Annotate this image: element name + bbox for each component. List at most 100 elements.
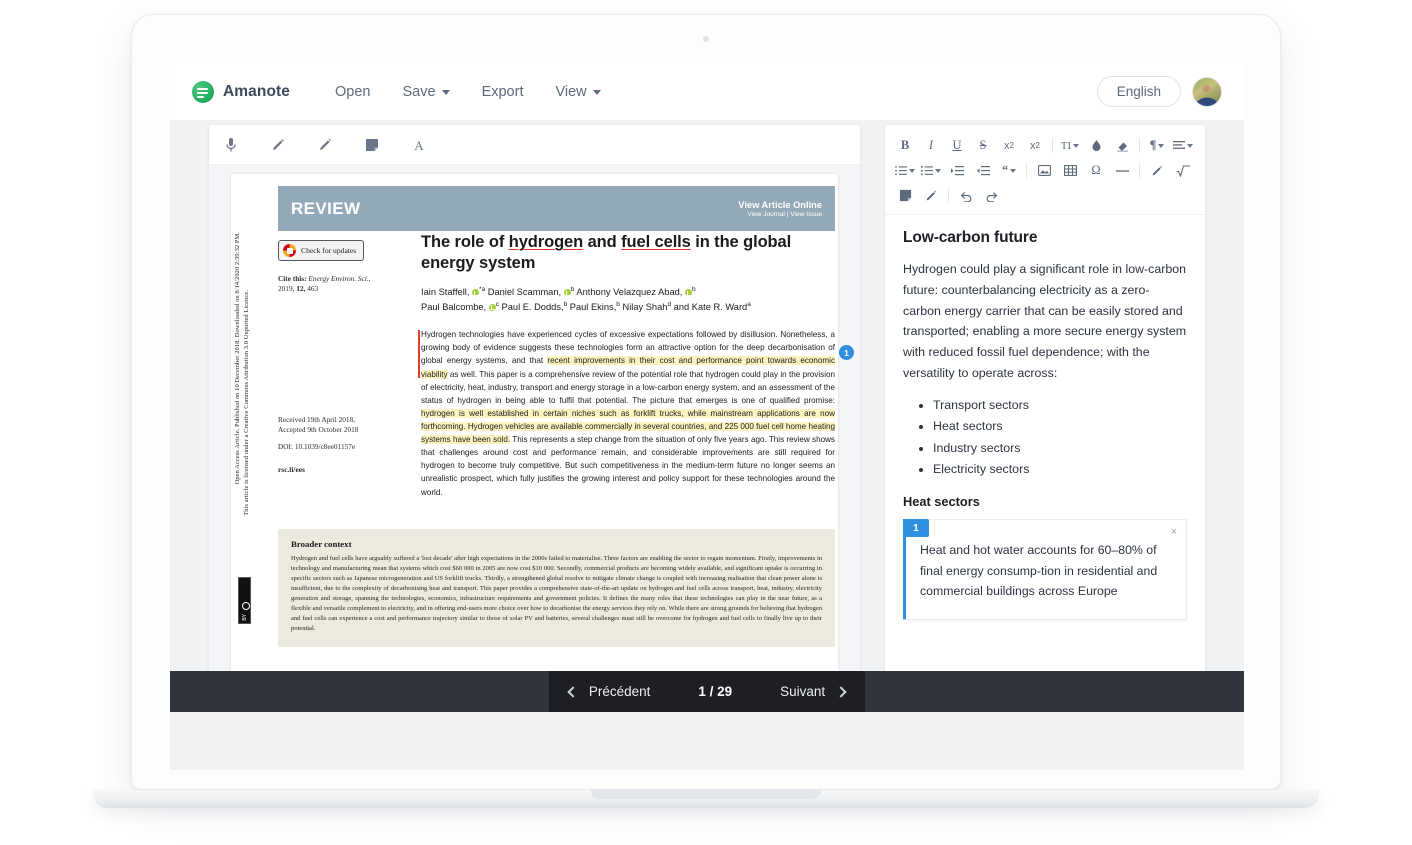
amanote-logo-icon [192,80,214,103]
subscript-icon[interactable]: x2 [999,135,1019,157]
brand[interactable]: Amanote [192,80,291,103]
pdf-page: Open Access Article. Published on 10 Dec… [231,174,854,700]
pencil-icon[interactable] [315,135,335,155]
review-banner: REVIEW View Article Online View Journal … [278,186,835,231]
abstract-text: as well. This paper is a comprehensive r… [421,369,835,405]
note-list-item: Heat sectors [933,416,1187,437]
paragraph-icon[interactable]: ¶ [1147,135,1167,157]
pdf-panel: A Open Access Article. Published on 10 D… [209,125,860,700]
license-strip: Open Access Article. Published on 10 Dec… [233,232,257,652]
text-color-icon[interactable] [1086,135,1106,157]
webcam-icon [703,36,709,42]
close-icon[interactable]: × [1171,526,1177,538]
blockquote-icon[interactable]: “ [999,160,1019,182]
license-cc-text: This article is licensed under a Creativ… [243,290,250,516]
doi: DOI: 10.1039/c8ee01157e [278,442,356,451]
microphone-icon[interactable] [221,135,241,155]
brand-name: Amanote [223,82,291,100]
ordered-list-icon[interactable] [895,160,916,182]
bullet-list-icon[interactable] [921,160,942,182]
annotation-card-number: 1 [903,519,929,538]
increase-indent-icon[interactable] [973,160,993,182]
next-page-button[interactable]: Suivant [760,671,865,712]
chevron-down-icon [441,90,450,95]
review-label: REVIEW [291,198,361,218]
received-block: Received 19th April 2018, Accepted 9th O… [278,415,358,436]
page-break-icon[interactable] [895,185,915,207]
image-icon[interactable] [1034,160,1054,182]
note-list: Transport sectorsHeat sectorsIndustry se… [903,395,1187,480]
cc-circle-icon [241,602,250,610]
accepted-date: Accepted 9th October 2018 [278,425,359,435]
pdf-page-scroll[interactable]: Open Access Article. Published on 10 Dec… [209,165,860,700]
language-button[interactable]: English [1096,76,1181,107]
nav-save-label: Save [402,83,436,100]
article-column: The role of hydrogen and fuel cells in t… [418,232,854,499]
text-icon[interactable]: A [409,135,429,155]
author-list: Iain Staffell, *a Daniel Scamman, b Anth… [421,285,835,314]
background-color-icon[interactable] [1112,135,1132,157]
font-size-icon[interactable]: TI [1060,135,1080,157]
page-indicator: 1 / 29 [698,684,733,699]
note-list-item: Industry sectors [933,438,1187,459]
header-right: English [1096,76,1222,107]
cc-by-label: BY [241,614,248,621]
article-title-text: and [583,233,622,251]
cite-block: Cite this: Energy Environ. Sci., 2019, 1… [278,274,406,295]
clear-format-icon[interactable] [1147,160,1167,182]
formula-icon[interactable] [1173,160,1193,182]
notes-panel: B I U S x2 x2 TI ¶ “ Ω Low-carbon future… [885,125,1205,700]
author-line-1: Iain Staffell, *a Daniel Scamman, b Anth… [421,286,696,298]
horizontal-rule-icon[interactable] [1112,160,1132,182]
editor-toolbar: B I U S x2 x2 TI ¶ “ Ω [885,125,1205,215]
undo-icon[interactable] [956,185,976,207]
check-for-updates-badge[interactable]: Check for updates [278,240,365,261]
nav-view[interactable]: View [544,78,611,106]
nav-open[interactable]: Open [324,78,381,106]
underline-icon[interactable]: U [947,135,967,157]
cite-pages: 463 [307,284,319,294]
next-page-label: Suivant [780,684,826,699]
avatar[interactable] [1192,76,1222,107]
check-for-updates-label: Check for updates [301,246,357,255]
annotation-card[interactable]: 1 × Heat and hot water accounts for 60–8… [903,519,1187,621]
annotation-badge-1[interactable]: 1 [839,345,854,360]
view-journal-issue-link[interactable]: View Journal | View Issue [738,211,822,218]
decrease-indent-icon[interactable] [947,160,967,182]
notes-body[interactable]: Low-carbon future Hydrogen could play a … [885,215,1205,700]
divider [948,188,949,203]
svg-text:A: A [414,138,424,152]
note-list-item: Transport sectors [933,395,1187,416]
editor-toolbar-row-1: B I U S x2 x2 TI ¶ [895,133,1199,158]
note-icon[interactable] [362,135,382,155]
editor-toolbar-row-3 [895,183,1199,208]
editor-toolbar-row-2: “ Ω [895,158,1199,183]
align-icon[interactable] [1173,135,1193,157]
nav-view-label: View [555,83,587,100]
table-icon[interactable] [1060,160,1080,182]
creative-commons-badge-icon: BY [238,577,251,624]
author-line-2: Paul Balcombe, c Paul E. Dodds,b Paul Ek… [421,300,751,312]
nav-save[interactable]: Save [392,78,461,106]
view-article-online-link[interactable]: View Article Online [738,200,822,210]
pen-icon[interactable] [921,185,941,207]
strikethrough-icon[interactable]: S [973,135,993,157]
previous-page-button[interactable]: Précédent [549,671,671,712]
divider [1139,163,1140,178]
bold-icon[interactable]: B [895,135,915,157]
highlighter-icon[interactable] [268,135,288,155]
article-title-text: The role of [421,233,509,251]
special-character-icon[interactable]: Ω [1086,160,1106,182]
note-subtitle: Heat sectors [903,494,980,510]
screen: Amanote Open Save Export View English A … [170,63,1244,770]
orcid-icon [684,289,692,297]
divider [1026,163,1028,178]
nav-export[interactable]: Export [471,78,535,106]
superscript-icon[interactable]: x2 [1025,135,1045,157]
redo-icon[interactable] [982,185,1002,207]
italic-icon[interactable]: I [921,135,941,157]
broader-context-title: Broader context [291,539,352,549]
pager: Précédent 1 / 29 Suivant [548,671,866,712]
note-title: Low-carbon future [903,229,1038,246]
previous-page-label: Précédent [588,684,651,699]
